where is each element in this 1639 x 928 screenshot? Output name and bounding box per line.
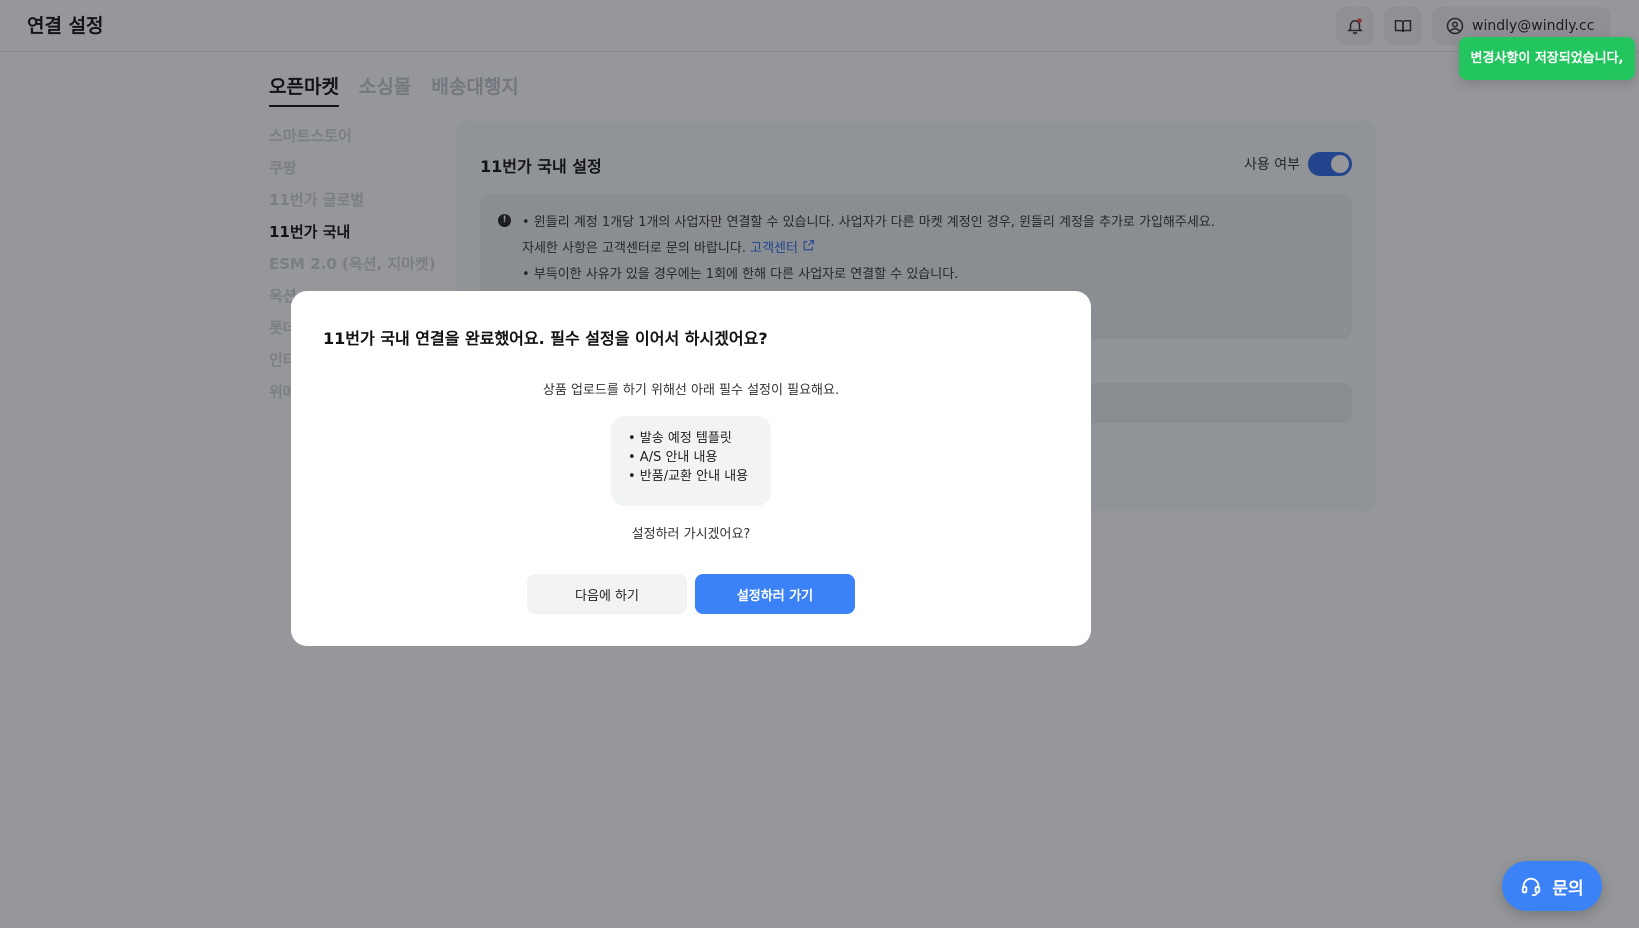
headset-icon	[1522, 877, 1541, 897]
go-settings-button[interactable]: 설정하러 가기	[695, 574, 855, 614]
list-item: • 발송 예정 템플릿	[628, 431, 732, 446]
save-toast: 변경사항이 저장되었습니다,	[1459, 37, 1635, 80]
connection-complete-modal: 11번가 국내 연결을 완료했어요. 필수 설정을 이어서 하시겠어요? 상품 …	[291, 291, 1091, 646]
list-item: • A/S 안내 내용	[628, 450, 718, 465]
inquiry-button[interactable]: 문의	[1502, 861, 1602, 911]
later-button[interactable]: 다음에 하기	[527, 574, 687, 614]
list-item: • 반품/교환 안내 내용	[628, 469, 749, 484]
inquiry-label: 문의	[1552, 878, 1584, 899]
modal-title: 11번가 국내 연결을 완료했어요. 필수 설정을 이어서 하시겠어요?	[323, 329, 768, 348]
required-settings-list: • 발송 예정 템플릿 • A/S 안내 내용 • 반품/교환 안내 내용	[611, 416, 771, 506]
modal-question: 설정하러 가시겠어요?	[631, 527, 751, 542]
modal-description: 상품 업로드를 하기 위해선 아래 필수 설정이 필요해요.	[542, 383, 840, 398]
